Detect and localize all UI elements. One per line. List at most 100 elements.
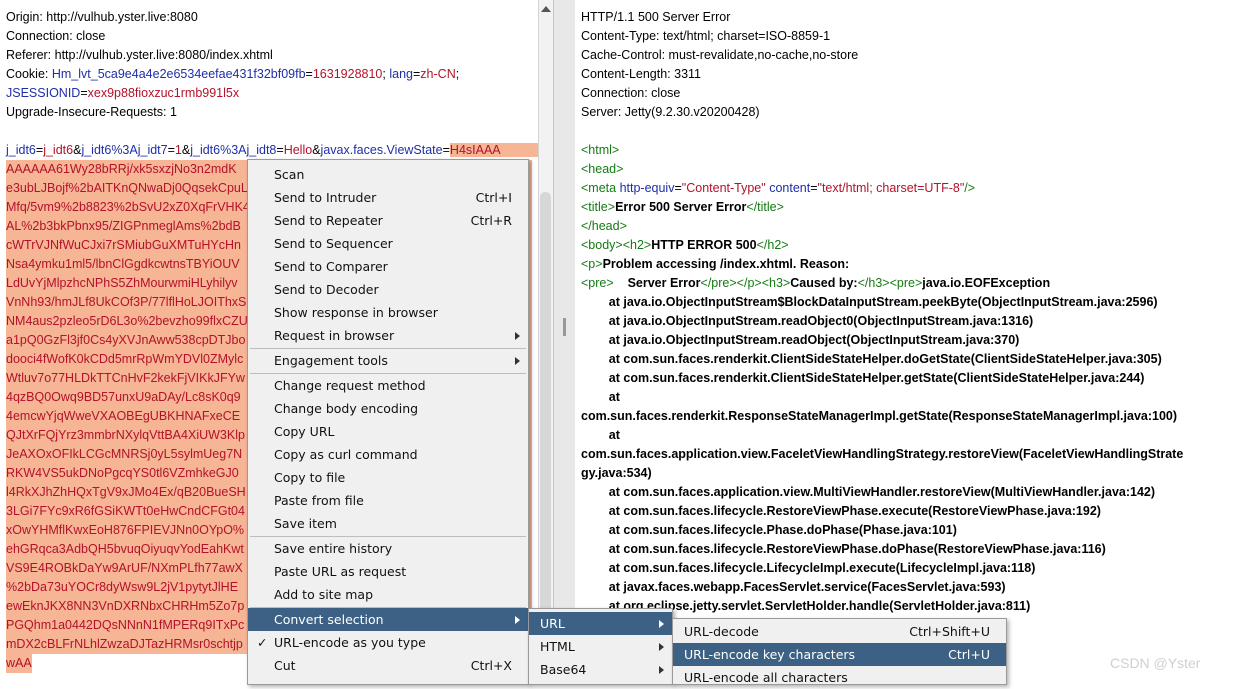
menu-item-label: Cut [274, 658, 296, 673]
h2-close: </h2> [756, 238, 789, 252]
stack-line: gy.java:534) [581, 466, 652, 480]
menu-item-cut[interactable]: Cut Ctrl+X [248, 654, 528, 677]
param-name-viewstate: javax.faces.ViewState [320, 143, 443, 157]
menu-item-shortcut: Ctrl+R [470, 213, 512, 228]
menu-item-add-to-site-map[interactable]: Add to site map [248, 583, 528, 606]
menu-item-url-encode-as-you-type[interactable]: ✓ URL-encode as you type [248, 631, 528, 654]
watermark: CSDN @Yster [1110, 655, 1201, 671]
html-line: <p>Problem accessing /index.xhtml. Reaso… [581, 255, 849, 274]
menu-item-copy-url[interactable]: Copy URL [248, 420, 528, 443]
menu-item-send-to-repeater[interactable]: Send to Repeater Ctrl+R [248, 209, 528, 232]
menu-item-label: Engagement tools [274, 353, 388, 368]
menu-item-label: Copy as curl command [274, 447, 418, 462]
stack-line: com.sun.faces.renderkit.ResponseStateMan… [581, 409, 1178, 423]
convert-selection-submenu[interactable]: URL HTML Base64 [528, 608, 673, 685]
request-header-connection: Connection: close [6, 29, 106, 43]
menu-item-paste-url-as-request[interactable]: Paste URL as request [248, 560, 528, 583]
menu-item-shortcut: Ctrl+I [475, 190, 512, 205]
request-header-origin: Origin: http://vulhub.yster.live:8080 [6, 10, 198, 24]
response-header: Content-Type: text/html; charset=ISO-885… [581, 29, 831, 43]
request-header-referer: Referer: http://vulhub.yster.live:8080/i… [6, 48, 273, 62]
menu-item-copy-as-curl-command[interactable]: Copy as curl command [248, 443, 528, 466]
meta-value: "Content-Type" [681, 181, 766, 195]
menu-item-label: URL-encode key characters [684, 647, 856, 662]
stack-line: com.sun.faces.application.view.FaceletVi… [581, 447, 1184, 461]
menu-item-shortcut: Ctrl+Shift+U [909, 624, 990, 639]
url-menu-item-url-decode[interactable]: URL-decode Ctrl+Shift+U [673, 620, 1006, 643]
param-name: j_idt6%3Aj_idt7 [81, 143, 168, 157]
submenu-item-base64[interactable]: Base64 [529, 658, 672, 681]
menu-item-shortcut: Ctrl+U [948, 647, 990, 662]
submenu-arrow-icon [515, 616, 520, 624]
menu-item-send-to-sequencer[interactable]: Send to Sequencer [248, 232, 528, 255]
meta-attr: http-equiv [619, 181, 675, 195]
menu-item-engagement-tools[interactable]: Engagement tools [248, 349, 528, 372]
url-submenu[interactable]: URL-decode Ctrl+Shift+U URL-encode key cha… [672, 618, 1007, 685]
html-line: <head> [581, 160, 623, 179]
response-header: Cache-Control: must-revalidate,no-cache,… [581, 48, 859, 62]
param-value: Hello [283, 143, 313, 157]
response-viewer[interactable]: HTTP/1.1 500 Server Error Content-Type: … [575, 0, 1249, 683]
html-line: <html> [581, 141, 619, 160]
cookie-name-hm: Hm_lvt_5ca9e4a4e2e6534eefae431f32bf09fb [51, 67, 306, 81]
title-text: Error 500 Server Error [615, 200, 747, 214]
cookie-eq: = [305, 67, 313, 81]
menu-item-copy-to-file[interactable]: Copy to file [248, 466, 528, 489]
stack-line: at [581, 428, 620, 442]
menu-item-label: Show response in browser [274, 305, 438, 320]
cookie-end: ; [455, 67, 460, 81]
menu-item-send-to-intruder[interactable]: Send to Intruder Ctrl+I [248, 186, 528, 209]
menu-item-convert-selection[interactable]: Convert selection [248, 608, 528, 631]
html-line: <body><h2>HTTP ERROR 500</h2> [581, 236, 789, 255]
submenu-item-html[interactable]: HTML [529, 635, 672, 658]
splitter-grip-icon[interactable] [563, 318, 566, 336]
response-header: Server: Jetty(9.2.30.v20200428) [581, 105, 760, 119]
jsession-name: JSESSIONID [6, 86, 81, 100]
menu-item-label: Scan [274, 167, 305, 182]
menu-item-paste-from-file[interactable]: Paste from file [248, 489, 528, 512]
menu-item-scan[interactable]: Scan [248, 163, 528, 186]
submenu-item-url[interactable]: URL [529, 612, 672, 635]
menu-item-label: Copy to file [274, 470, 346, 485]
response-status-line: HTTP/1.1 500 Server Error [581, 10, 731, 24]
meta-close: /> [964, 181, 976, 195]
menu-item-change-request-method[interactable]: Change request method [248, 374, 528, 397]
viewstate-line[interactable]: wAA [6, 654, 32, 673]
request-header-cookie: Cookie: Hm_lvt_5ca9e4a4e2e6534eefae431f3… [6, 65, 459, 84]
html-line: <title>Error 500 Server Error</title> [581, 198, 784, 217]
menu-item-save-item[interactable]: Save item [248, 512, 528, 535]
menu-item-send-to-comparer[interactable]: Send to Comparer [248, 255, 528, 278]
stack-line: at com.sun.faces.lifecycle.Phase.doPhase… [581, 523, 957, 537]
menu-item-label: Copy URL [274, 424, 335, 439]
menu-item-send-to-decoder[interactable]: Send to Decoder [248, 278, 528, 301]
pane-splitter[interactable] [553, 0, 577, 683]
body-tag: <body> [581, 238, 623, 252]
response-header: Content-Length: 3311 [581, 67, 702, 81]
cookie-label: Cookie: [6, 67, 52, 81]
html-tag: <html> [581, 143, 620, 157]
viewstate-text[interactable]: wAA [6, 654, 32, 673]
menu-item-request-in-browser[interactable]: Request in browser [248, 324, 528, 347]
scroll-up-icon[interactable] [541, 6, 551, 12]
menu-item-label: Send to Comparer [274, 259, 388, 274]
stack-line: at java.io.ObjectInputStream.readObject(… [581, 333, 1020, 347]
context-menu[interactable]: Scan Send to Intruder Ctrl+I Send to Repeat… [247, 159, 529, 685]
menu-item-label: URL [540, 616, 565, 631]
stack-line: at com.sun.faces.application.view.MultiV… [581, 485, 1156, 499]
stack-line: at com.sun.faces.lifecycle.RestoreViewPh… [581, 542, 1106, 556]
menu-item-show-response-in-browser[interactable]: Show response in browser [248, 301, 528, 324]
stack-line: at com.sun.faces.lifecycle.RestoreViewPh… [581, 504, 1101, 518]
request-scrollbar-thumb[interactable] [540, 192, 551, 612]
request-cookie-jsession: JSESSIONID=xex9p88fioxzuc1rmb991l5x [6, 84, 239, 103]
url-menu-item-url-encode-key-characters[interactable]: URL-encode key characters Ctrl+U [673, 643, 1006, 666]
menu-item-save-entire-history[interactable]: Save entire history [248, 537, 528, 560]
meta-tag: <meta [581, 181, 620, 195]
url-menu-item-url-encode-all-characters[interactable]: URL-encode all characters [673, 666, 1006, 689]
viewstate-selection-start[interactable]: H4sIAAA [449, 143, 538, 157]
pre-close: </pre> [700, 276, 737, 290]
stack-line: at java.io.ObjectInputStream$BlockDataIn… [581, 295, 1158, 309]
menu-item-label: Send to Decoder [274, 282, 379, 297]
menu-item-change-body-encoding[interactable]: Change body encoding [248, 397, 528, 420]
h2-tag: <h2> [622, 238, 652, 252]
html-line: <meta http-equiv="Content-Type" content=… [581, 181, 976, 195]
